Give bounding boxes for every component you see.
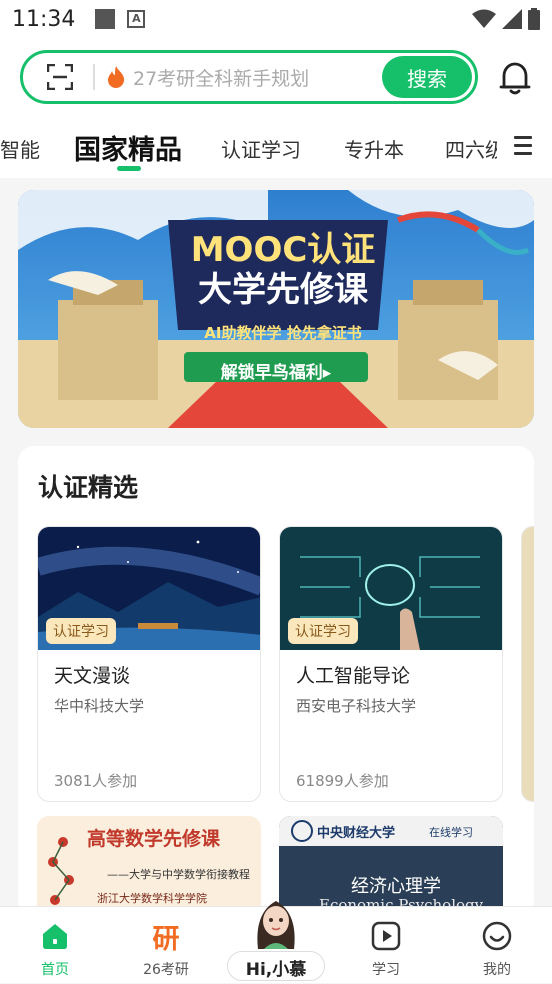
wifi-icon	[472, 9, 496, 28]
search-button[interactable]: 搜索	[382, 56, 472, 98]
course-cover-header: 中央财经大学	[317, 826, 396, 841]
course-card[interactable]: 中央财经大学 在线学习 经济心理学 Economic Psychology	[279, 816, 503, 916]
course-school: 华中科技大学	[54, 697, 145, 715]
status-time: 11:34	[12, 6, 76, 32]
nav-kaoyan[interactable]: 研 26考研	[116, 907, 216, 984]
banner-title-line2: 大学先修课	[198, 270, 368, 310]
smile-icon	[482, 921, 512, 951]
section-title: 认证精选	[38, 473, 139, 502]
nav-profile[interactable]: 我的	[447, 907, 547, 984]
signal-icon	[502, 9, 522, 29]
course-cover-header-right: 在线学习	[429, 826, 473, 839]
course-name: 天文漫谈	[54, 665, 131, 687]
fire-icon	[108, 66, 125, 88]
home-icon	[43, 924, 67, 949]
course-school: 西安电子科技大学	[296, 697, 417, 715]
course-name: 人工智能导论	[296, 665, 411, 687]
tab-upgrade[interactable]: 专升本	[344, 134, 404, 163]
active-tab-indicator	[117, 166, 141, 171]
course-cover-title: 高等数学先修课	[87, 828, 221, 850]
course-cover-school: 浙江大学数学科学学院	[97, 892, 207, 905]
promo-banner[interactable]: MOOC认证 大学先修课 AI助教伴学 抢先拿证书 解锁早鸟福利▸	[18, 190, 534, 428]
bell-icon[interactable]	[498, 60, 532, 96]
status-bar: 11:34 A	[0, 0, 552, 38]
scan-icon[interactable]	[47, 64, 73, 90]
course-card[interactable]: 高等数学先修课 ——大学与中学数学衔接教程 浙江大学数学科学学院	[37, 816, 261, 916]
search-input[interactable]: 27考研全科新手规划	[133, 64, 309, 91]
banner-cta[interactable]: 解锁早鸟福利▸	[184, 358, 368, 383]
search-bar[interactable]: 27考研全科新手规划 搜索	[20, 50, 478, 104]
battery-icon	[528, 8, 540, 30]
header: 27考研全科新手规划 搜索 智能 国家精品 认证学习 专升本 四六级	[0, 38, 552, 178]
nav-assistant-label: Hi,小慕	[245, 960, 307, 980]
play-icon	[371, 921, 401, 951]
course-thumbnail: 认证学习	[280, 527, 502, 650]
menu-icon[interactable]	[514, 136, 532, 160]
tab-cet[interactable]: 四六级	[445, 134, 497, 163]
course-thumbnail: 认证学习	[38, 527, 260, 650]
course-participants: 3081人参加	[54, 772, 138, 790]
flower-decoration	[48, 837, 74, 905]
search-divider	[93, 64, 95, 90]
nav-assistant[interactable]: Hi,小慕	[226, 901, 326, 984]
university-logo	[291, 820, 313, 842]
assistant-avatar	[257, 901, 295, 949]
course-badge: 认证学习	[46, 618, 116, 644]
kaoyan-icon: 研	[152, 924, 180, 955]
course-cover-subtitle: ——大学与中学数学衔接教程	[107, 868, 250, 881]
notification-icon	[95, 9, 116, 29]
course-cover-title: 经济心理学	[351, 876, 441, 897]
tab-certification[interactable]: 认证学习	[221, 134, 301, 163]
banner-title-line1: MOOC认证	[190, 230, 376, 270]
nav-home-label: 首页	[41, 962, 69, 978]
course-card[interactable]: 认证学习 人工智能导论 西安电子科技大学 61899人参加	[279, 526, 503, 802]
banner-subtitle: AI助教伴学 抢先拿证书	[204, 324, 362, 342]
nav-profile-label: 我的	[483, 962, 511, 978]
nav-study[interactable]: 学习	[336, 907, 436, 984]
bottom-nav: 首页 研 26考研 Hi,小慕 学习 我的	[0, 901, 552, 984]
course-card[interactable]: 认证学习 天文漫谈 华中科技大学 3081人参加	[37, 526, 261, 802]
nav-study-label: 学习	[372, 962, 400, 978]
app-notification-icon: A	[127, 10, 146, 28]
certified-section: 认证精选 认证学习 天文漫谈 华中科技大学 3081人参加 认证学习 人工智能导…	[18, 446, 534, 916]
course-card-peek[interactable]	[521, 526, 534, 802]
tab-national-quality[interactable]: 国家精品	[74, 128, 182, 167]
course-participants: 61899人参加	[296, 772, 389, 790]
course-badge: 认证学习	[288, 618, 358, 644]
tab-ai[interactable]: 智能	[0, 134, 40, 163]
nav-home[interactable]: 首页	[5, 907, 105, 984]
nav-kaoyan-label: 26考研	[143, 962, 189, 978]
